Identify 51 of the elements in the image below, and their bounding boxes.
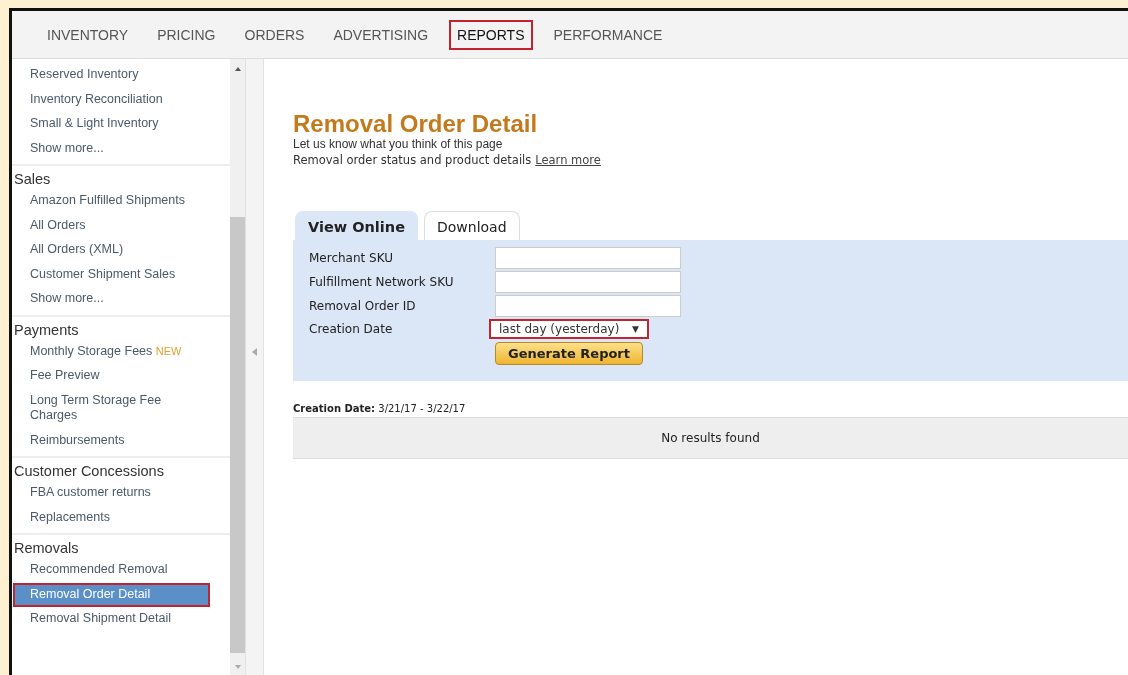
date-dropdown[interactable]: last day (yesterday) ▼ bbox=[489, 319, 649, 339]
new-label: NEW bbox=[155, 344, 182, 357]
nav-tab[interactable]: ORDERS bbox=[236, 19, 313, 50]
section-heading: Customer Concessions bbox=[13, 462, 165, 481]
sidebar-link[interactable]: Fee Preview bbox=[13, 364, 200, 389]
scroll-up-icon[interactable] bbox=[234, 67, 241, 71]
generate-report-button[interactable]: Generate Report bbox=[495, 342, 643, 365]
input-field[interactable] bbox=[495, 271, 681, 293]
page-title: Removal Order Detail bbox=[293, 111, 539, 137]
section-heading: Removals bbox=[13, 539, 80, 558]
sidebar-link[interactable]: Amazon Fulfilled Shipments bbox=[13, 189, 200, 214]
sidebar-link[interactable]: Replacements bbox=[13, 505, 200, 530]
section-heading: Payments bbox=[13, 320, 80, 340]
nav-tab[interactable]: PRICING bbox=[149, 19, 224, 50]
nav-tab[interactable]: ADVERTISING bbox=[325, 19, 437, 50]
sidebar-link[interactable]: FBA customer returns bbox=[13, 481, 200, 506]
input-field[interactable] bbox=[495, 295, 681, 317]
scrollbar[interactable] bbox=[230, 59, 245, 675]
dropdown-arrow-icon: ▼ bbox=[632, 324, 639, 334]
sidebar-link[interactable]: Monthly Storage Fees NEW bbox=[13, 339, 200, 364]
nav-tab[interactable]: INVENTORY bbox=[39, 19, 137, 50]
sidebar-link[interactable]: Show more... bbox=[13, 136, 200, 161]
sidebar-link[interactable]: Recommended Removal bbox=[13, 558, 200, 583]
sidebar-link[interactable]: Reserved Inventory bbox=[13, 63, 200, 88]
field-label: Fulfillment Network SKU bbox=[309, 275, 455, 289]
sidebar-link[interactable]: Removal Shipment Detail bbox=[13, 607, 200, 632]
scrollbar-thumb[interactable] bbox=[230, 217, 245, 653]
nav-tab[interactable]: REPORTS bbox=[449, 19, 533, 50]
sidebar-link[interactable]: Small & Light Inventory bbox=[13, 112, 200, 137]
page-description: Removal order status and product details bbox=[293, 152, 532, 169]
tab[interactable]: Download bbox=[423, 211, 520, 240]
input-field[interactable] bbox=[495, 247, 681, 269]
no-results-text: No results found bbox=[661, 431, 760, 445]
learn-more-link[interactable]: Learn more bbox=[535, 152, 601, 169]
nav-tab[interactable]: PERFORMANCE bbox=[545, 19, 671, 50]
sidebar-link[interactable]: Long Term Storage Fee Charges bbox=[13, 388, 200, 429]
sidebar-link[interactable]: All Orders bbox=[13, 213, 200, 238]
field-label: Removal Order ID bbox=[309, 299, 417, 313]
sidebar-link[interactable]: Show more... bbox=[13, 287, 200, 312]
collapse-handle-icon[interactable] bbox=[252, 348, 257, 356]
feedback-link[interactable]: Let us know what you think of this page bbox=[293, 137, 1128, 152]
tab[interactable]: View Online bbox=[295, 211, 418, 240]
date-range-text: Creation Date: 3/21/17 - 3/22/17 bbox=[293, 403, 467, 414]
sidebar-link[interactable]: Inventory Reconciliation bbox=[13, 87, 200, 112]
scroll-down-icon[interactable] bbox=[234, 665, 241, 669]
sidebar-link[interactable]: Customer Shipment Sales bbox=[13, 262, 200, 287]
field-label: Creation Date bbox=[309, 322, 394, 336]
sidebar-link[interactable]: Reimbursements bbox=[13, 428, 200, 453]
sidebar-link[interactable]: All Orders (XML) bbox=[13, 238, 200, 263]
field-label: Merchant SKU bbox=[309, 251, 395, 265]
section-heading: Sales bbox=[13, 170, 52, 189]
